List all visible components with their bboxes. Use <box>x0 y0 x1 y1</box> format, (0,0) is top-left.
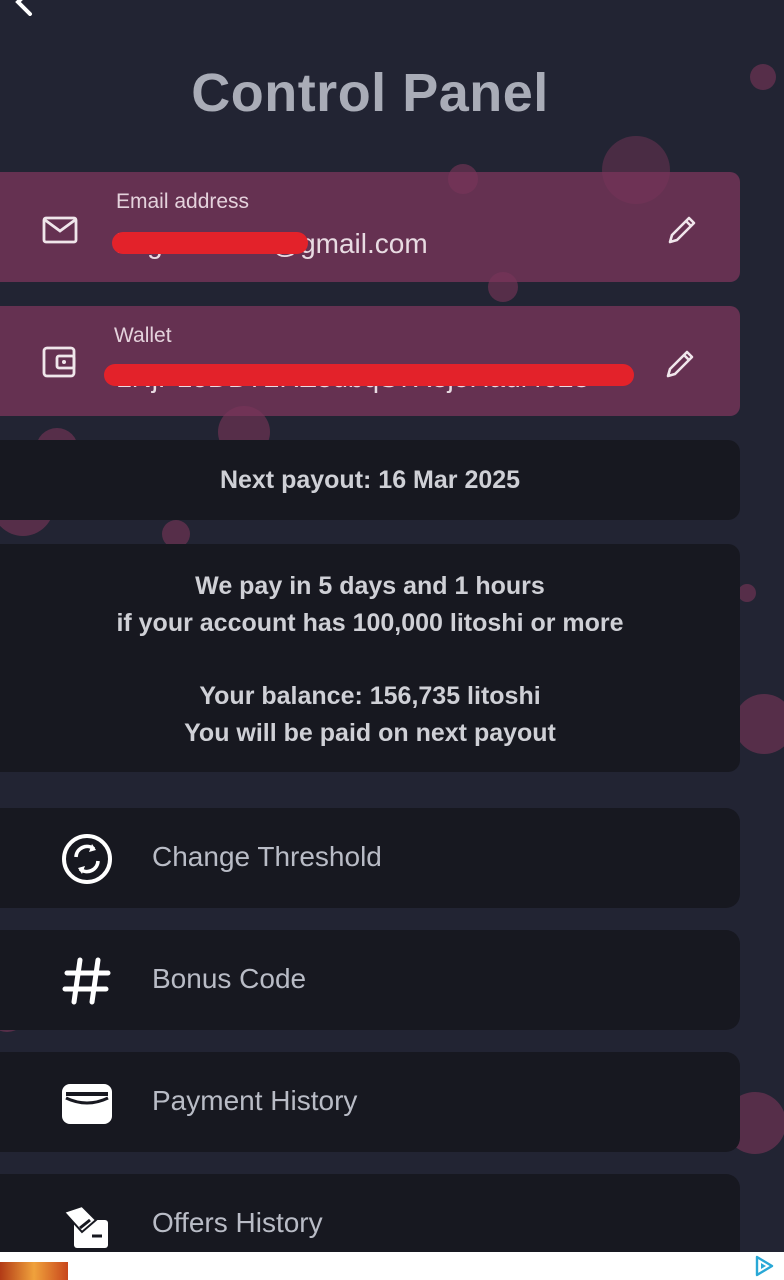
back-arrow-icon[interactable] <box>8 0 38 16</box>
payout-schedule-text: We pay in 5 days and 1 hours <box>195 572 545 600</box>
decor-bubble <box>734 694 784 754</box>
ad-banner[interactable] <box>0 1252 784 1280</box>
menu-item-label: Payment History <box>152 1085 358 1116</box>
payout-threshold-text: if your account has 100,000 litoshi or m… <box>116 609 624 637</box>
edit-email-pencil-icon[interactable] <box>662 210 702 250</box>
payout-status-text: You will be paid on next payout <box>184 719 556 747</box>
menu-item-label: Change Threshold <box>152 841 382 872</box>
offers-icon <box>62 1204 108 1248</box>
email-field-label: Email address <box>116 190 250 213</box>
page-title: Control Panel <box>191 63 549 123</box>
menu-item-label: Bonus Code <box>152 963 307 994</box>
next-payout-text: Next payout: 16 Mar 2025 <box>219 466 521 494</box>
wallet-card-icon <box>62 1084 112 1124</box>
menu-item-payment-history[interactable]: Payment History <box>0 1052 740 1152</box>
payout-info-card: We pay in 5 days and 1 hours if your acc… <box>0 544 740 772</box>
next-payout-card: Next payout: 16 Mar 2025 <box>0 440 740 520</box>
edit-wallet-pencil-icon[interactable] <box>660 344 700 384</box>
wallet-redaction-mark <box>104 364 634 386</box>
ad-thumbnail[interactable] <box>0 1262 68 1280</box>
control-panel-screen: Control Panel Email address hagdam...07@… <box>0 0 784 1280</box>
refresh-circle-icon <box>62 834 112 884</box>
decor-bubble <box>738 584 756 602</box>
wallet-icon <box>42 346 76 378</box>
menu-item-label: Offers History <box>152 1207 323 1238</box>
hashtag-icon <box>62 957 111 1005</box>
adchoices-play-icon[interactable] <box>752 1254 776 1278</box>
wallet-field-label: Wallet <box>114 324 172 347</box>
mail-icon <box>42 216 78 244</box>
menu-item-bonus-code[interactable]: Bonus Code <box>0 930 740 1030</box>
balance-text: Your balance: 156,735 litoshi <box>199 682 541 710</box>
menu-item-change-threshold[interactable]: Change Threshold <box>0 808 740 908</box>
decor-bubble <box>750 64 776 90</box>
email-field-card[interactable]: Email address hagdam...07@gmail.com <box>0 172 740 282</box>
email-redaction-mark <box>112 232 308 254</box>
wallet-field-card[interactable]: Wallet LNjP1oDD72RZ8dbqS7X3joHadl4623 <box>0 306 740 416</box>
